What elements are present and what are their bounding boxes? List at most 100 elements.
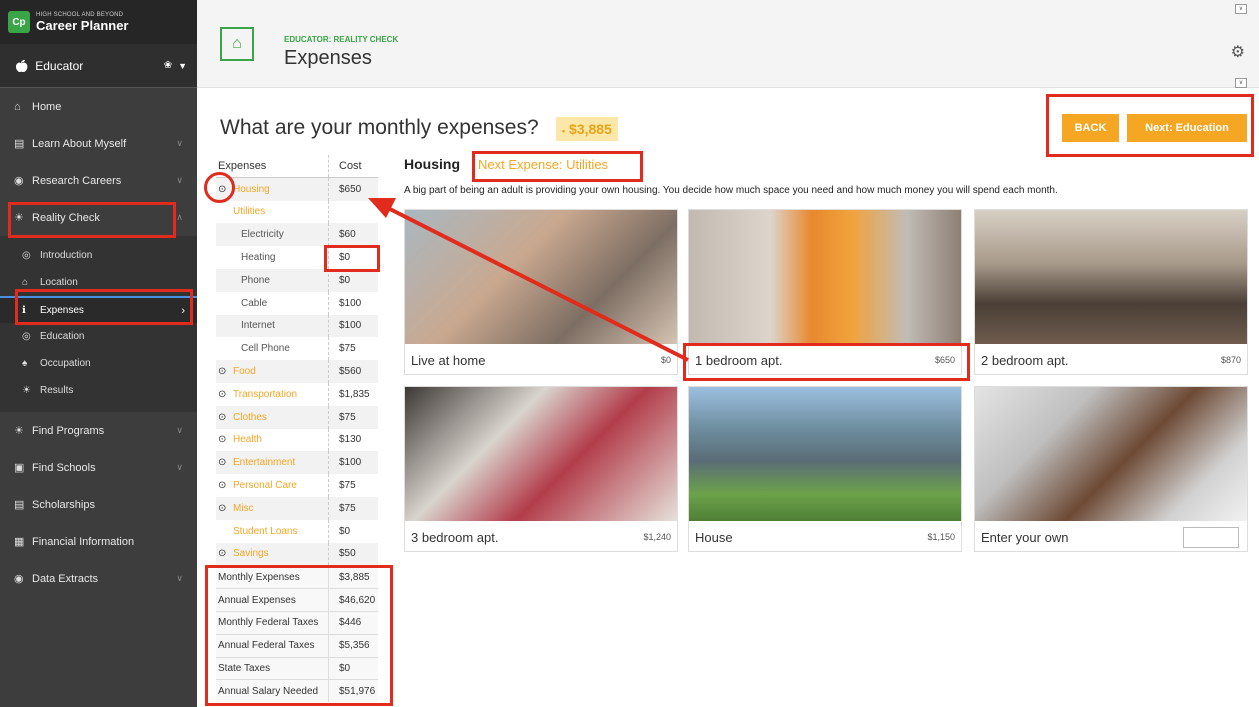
chevron-down-icon: ∨	[176, 138, 183, 148]
table-row[interactable]: ⊙ Clothes $75	[216, 405, 378, 429]
role-switcher[interactable]: 🍎︎ Educator ❀ ▼	[0, 44, 197, 88]
check-circle-icon: ⊙	[218, 388, 227, 400]
check-circle-icon: ⊙	[218, 183, 227, 195]
check-circle-icon: ⊙	[218, 457, 227, 469]
table-row[interactable]: ⊙ Housing $650	[216, 177, 378, 201]
person-icon: ℹ	[22, 305, 26, 316]
table-row[interactable]: ⊙ Health $130	[216, 428, 378, 452]
nav-home[interactable]: ⌂ Home	[0, 88, 197, 125]
school-icon: ▣	[14, 462, 25, 474]
chevron-up-icon: ∧	[176, 212, 183, 222]
summary-row: Annual Expenses $46,620	[216, 588, 378, 611]
apple-icon: 🍎︎	[14, 58, 30, 73]
introduction-icon: ◎	[22, 250, 31, 261]
chevron-down-icon[interactable]: ▼	[178, 61, 187, 71]
table-row[interactable]: ⊙ Savings $50	[216, 542, 378, 566]
check-circle-icon: ⊙	[218, 366, 227, 378]
nav-data-extracts[interactable]: ◉ Data Extracts ∨	[0, 560, 197, 597]
check-circle-icon: ⊙	[218, 434, 227, 446]
expenses-table: Expenses Cost ⊙ Housing $650 Utilities El…	[216, 155, 378, 703]
section-description: A big part of being an adult is providin…	[404, 185, 1058, 196]
calculator-icon: ▦	[14, 536, 25, 548]
bullet-icon: •	[562, 126, 566, 136]
table-row[interactable]: Heating $0	[216, 246, 378, 269]
option-image	[689, 387, 961, 521]
summary-row: Annual Salary Needed $51,976	[216, 679, 378, 703]
next-education-button[interactable]: Next: Education	[1127, 114, 1247, 142]
sub-results[interactable]: ☀ Results	[0, 377, 197, 404]
nav-financial-information[interactable]: ▦ Financial Information	[0, 523, 197, 560]
notification-icon[interactable]: ❀	[164, 60, 172, 71]
sub-expenses[interactable]: ℹ Expenses ›	[0, 296, 197, 323]
nav-find-schools[interactable]: ▣ Find Schools ∨	[0, 449, 197, 486]
table-row[interactable]: ⊙ Personal Care $75	[216, 474, 378, 497]
location-icon: ⌂	[22, 277, 29, 288]
option-live-at-home[interactable]: Live at home $0	[404, 209, 678, 375]
nav-reality-check[interactable]: ☀ Reality Check ∧	[0, 199, 197, 236]
sub-location[interactable]: ⌂ Location	[0, 269, 197, 296]
brand[interactable]: Cp HIGH SCHOOL AND BEYOND Career Planner	[0, 0, 197, 44]
gear-icon[interactable]: ⚙	[1231, 42, 1245, 62]
collapse-icon[interactable]: ∨	[1235, 4, 1247, 14]
check-circle-icon: ⊙	[218, 480, 227, 492]
search-circle-icon: ◉	[14, 175, 24, 187]
sub-education[interactable]: ◎ Education	[0, 323, 197, 350]
nav-find-programs[interactable]: ☀ Find Programs ∨	[0, 412, 197, 449]
table-row[interactable]: Student Loans $0	[216, 519, 378, 543]
sun-icon: ☀	[14, 425, 24, 437]
option-image	[975, 210, 1247, 344]
option-3-bedroom[interactable]: 3 bedroom apt. $1,240	[404, 386, 678, 552]
summary-row: State Taxes $0	[216, 656, 378, 680]
page-title: Expenses	[284, 47, 372, 69]
table-row[interactable]: ⊙ Food $560	[216, 360, 378, 383]
expand-icon[interactable]: ∨	[1235, 78, 1247, 88]
option-1-bedroom[interactable]: 1 bedroom apt. $650	[688, 209, 962, 375]
option-enter-your-own[interactable]: Enter your own	[974, 386, 1248, 552]
next-expense-link[interactable]: Next Expense: Utilities	[478, 157, 608, 172]
sub-occupation[interactable]: ♠ Occupation	[0, 350, 197, 377]
check-circle-icon: ⊙	[218, 502, 227, 514]
sun-icon: ☀	[14, 212, 24, 224]
book-icon: ▤	[14, 138, 25, 150]
nav-learn-about-myself[interactable]: ▤ Learn About Myself ∨	[0, 125, 197, 162]
chevron-down-icon: ∨	[176, 425, 183, 435]
table-row[interactable]: Utilities	[216, 200, 378, 224]
header-subtitle: EDUCATOR: REALITY CHECK	[284, 35, 399, 44]
role-label: Educator	[35, 58, 84, 73]
document-icon: ▤	[14, 499, 25, 511]
back-button[interactable]: BACK	[1062, 114, 1119, 142]
chevron-right-icon: ›	[181, 304, 185, 317]
table-row[interactable]: Internet $100	[216, 314, 378, 338]
table-row[interactable]: Phone $0	[216, 268, 378, 292]
education-icon: ◎	[22, 331, 31, 342]
total-badge: • $3,885	[556, 117, 618, 141]
table-row[interactable]: ⊙ Transportation $1,835	[216, 382, 378, 406]
table-row[interactable]: ⊙ Entertainment $100	[216, 451, 378, 475]
thermometer-house-icon: ⌂	[220, 27, 254, 61]
question-title: What are your monthly expenses?	[220, 116, 539, 139]
page-header: ∨ ⌂ EDUCATOR: REALITY CHECK Expenses ⚙ ∨	[197, 0, 1259, 88]
brand-title: Career Planner	[36, 18, 129, 33]
check-circle-icon: ⊙	[218, 548, 227, 560]
chevron-down-icon: ∨	[176, 573, 183, 583]
option-image	[405, 387, 677, 521]
option-image	[405, 210, 677, 344]
option-house[interactable]: House $1,150	[688, 386, 962, 552]
sun-icon: ☀	[22, 385, 31, 396]
table-row[interactable]: ⊙ Misc $75	[216, 496, 378, 520]
table-row[interactable]: Cell Phone $75	[216, 337, 378, 361]
summary-row: Monthly Federal Taxes $446	[216, 610, 378, 634]
summary-row: Annual Federal Taxes $5,356	[216, 633, 378, 657]
table-row[interactable]: Cable $100	[216, 291, 378, 315]
check-circle-icon: ⊙	[218, 411, 227, 423]
table-row[interactable]: Electricity $60	[216, 223, 378, 247]
trophy-icon: ♠	[22, 358, 28, 369]
nav-scholarships[interactable]: ▤ Scholarships	[0, 486, 197, 523]
option-image	[975, 387, 1247, 521]
table-header: Expenses Cost	[216, 155, 378, 178]
custom-amount-input[interactable]	[1183, 527, 1239, 548]
sub-introduction[interactable]: ◎ Introduction	[0, 242, 197, 269]
nav-research-careers[interactable]: ◉ Research Careers ∨	[0, 162, 197, 199]
reality-check-submenu: ◎ Introduction ⌂ Location ℹ Expenses › ◎…	[0, 236, 197, 412]
option-2-bedroom[interactable]: 2 bedroom apt. $870	[974, 209, 1248, 375]
